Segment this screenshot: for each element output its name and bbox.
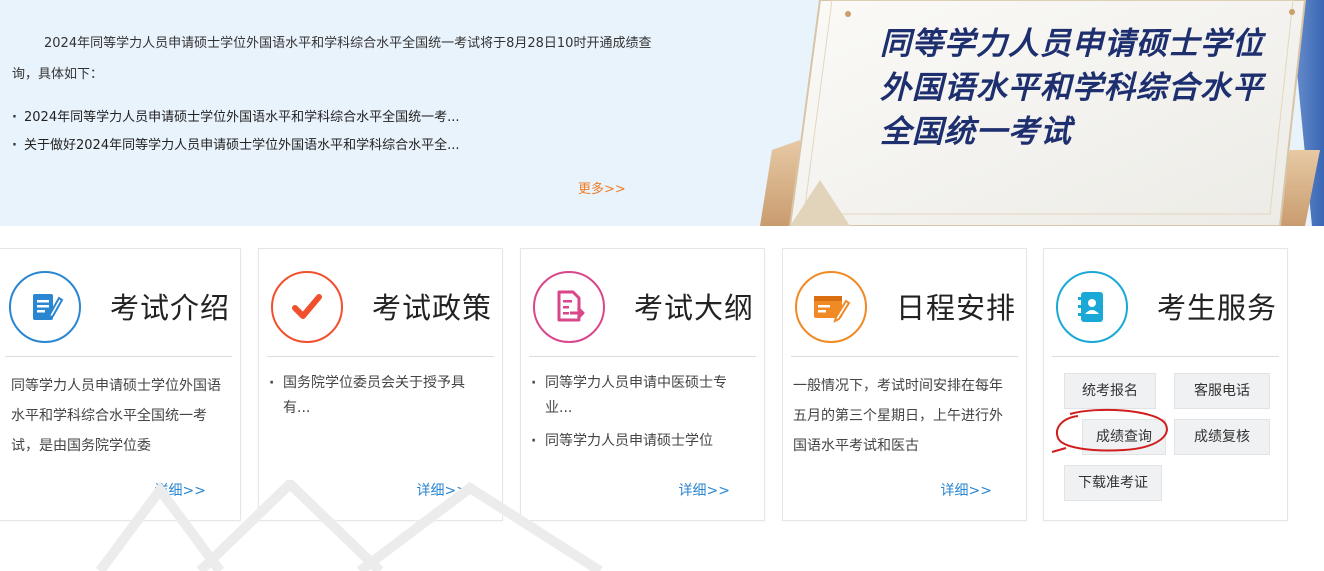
hotline-button[interactable]: 客服电话 <box>1174 373 1270 409</box>
card-header: 考试大纲 <box>529 249 756 357</box>
document-edit-icon <box>18 280 72 334</box>
card-title[interactable]: 考试政策 <box>372 285 492 327</box>
card-icon-circle <box>1056 271 1128 343</box>
notice-panel: 2024年同等学力人员申请硕士学位外国语水平和学科综合水平全国统一考试将于8月2… <box>12 28 652 160</box>
poster-title-line-2: 外国语水平和学科综合水平 <box>880 70 1264 106</box>
score-query-button[interactable]: 成绩查询 <box>1082 419 1166 455</box>
poster-title-line-1: 同等学力人员申请硕士学位 <box>880 26 1264 62</box>
card-schedule: 日程安排 一般情况下，考试时间安排在每年五月的第三个星期日，上午进行外国语水平考… <box>782 248 1027 521</box>
card-title[interactable]: 考试介绍 <box>110 285 230 327</box>
notice-list: 2024年同等学力人员申请硕士学位外国语水平和学科综合水平全国统一考... 关于… <box>12 104 652 160</box>
card-title[interactable]: 考生服务 <box>1157 285 1277 327</box>
card-list: 国务院学位委员会关于授予具有... <box>269 371 491 463</box>
card-header: 考试介绍 <box>5 249 232 357</box>
card-candidate-service: 考生服务 统考报名 客服电话 成绩查询 成绩复核 下载准考证 <box>1043 248 1288 521</box>
list-item[interactable]: 同等学力人员申请硕士学位 <box>531 429 753 454</box>
more-link[interactable]: 更多>> <box>578 178 626 197</box>
card-icon-circle <box>271 271 343 343</box>
top-banner: 2024年同等学力人员申请硕士学位外国语水平和学科综合水平全国统一考试将于8月2… <box>0 0 1324 226</box>
card-exam-intro: 考试介绍 同等学力人员申请硕士学位外国语水平和学科综合水平全国统一考试，是由国务… <box>0 248 241 521</box>
card-summary: 同等学力人员申请硕士学位外国语水平和学科综合水平全国统一考试，是由国务院学位委 <box>11 378 221 454</box>
card-icon-circle <box>795 271 867 343</box>
download-ticket-button[interactable]: 下载准考证 <box>1064 465 1162 501</box>
poster-title-line-3: 全国统一考试 <box>880 114 1072 150</box>
score-review-button[interactable]: 成绩复核 <box>1174 419 1270 455</box>
notice-link-2[interactable]: 关于做好2024年同等学力人员申请硕士学位外国语水平和学科综合水平全... <box>12 132 652 160</box>
register-button[interactable]: 统考报名 <box>1064 373 1156 409</box>
card-list: 同等学力人员申请中医硕士专业... 同等学力人员申请硕士学位 <box>531 371 753 463</box>
card-header: 考生服务 <box>1052 249 1279 357</box>
card-header: 考试政策 <box>267 249 494 357</box>
list-item[interactable]: 同等学力人员申请中医硕士专业... <box>531 371 753 421</box>
list-item[interactable]: 国务院学位委员会关于授予具有... <box>269 371 491 421</box>
detail-link[interactable]: 详细>> <box>679 480 730 500</box>
card-summary: 一般情况下，考试时间安排在每年五月的第三个星期日，上午进行外国语水平考试和医古 <box>793 378 1003 454</box>
detail-link[interactable]: 详细>> <box>417 480 468 500</box>
card-exam-outline: 考试大纲 同等学力人员申请中医硕士专业... 同等学力人员申请硕士学位 详细>> <box>520 248 765 521</box>
notice-paragraph: 2024年同等学力人员申请硕士学位外国语水平和学科综合水平全国统一考试将于8月2… <box>12 36 652 82</box>
card-icon-circle <box>9 271 81 343</box>
calendar-edit-icon <box>804 280 858 334</box>
poster-title: 同等学力人员申请硕士学位 外国语水平和学科综合水平 全国统一考试 <box>880 22 1280 154</box>
export-file-icon <box>542 280 596 334</box>
notice-link-1[interactable]: 2024年同等学力人员申请硕士学位外国语水平和学科综合水平全国统一考... <box>12 104 652 132</box>
card-icon-circle <box>533 271 605 343</box>
detail-link[interactable]: 详细>> <box>941 480 992 500</box>
contact-book-icon <box>1065 280 1119 334</box>
card-header: 日程安排 <box>791 249 1018 357</box>
checkmark-icon <box>280 280 334 334</box>
card-title[interactable]: 考试大纲 <box>634 285 754 327</box>
detail-link[interactable]: 详细>> <box>155 480 206 500</box>
card-title[interactable]: 日程安排 <box>896 285 1016 327</box>
card-exam-policy: 考试政策 国务院学位委员会关于授予具有... 详细>> <box>258 248 503 521</box>
